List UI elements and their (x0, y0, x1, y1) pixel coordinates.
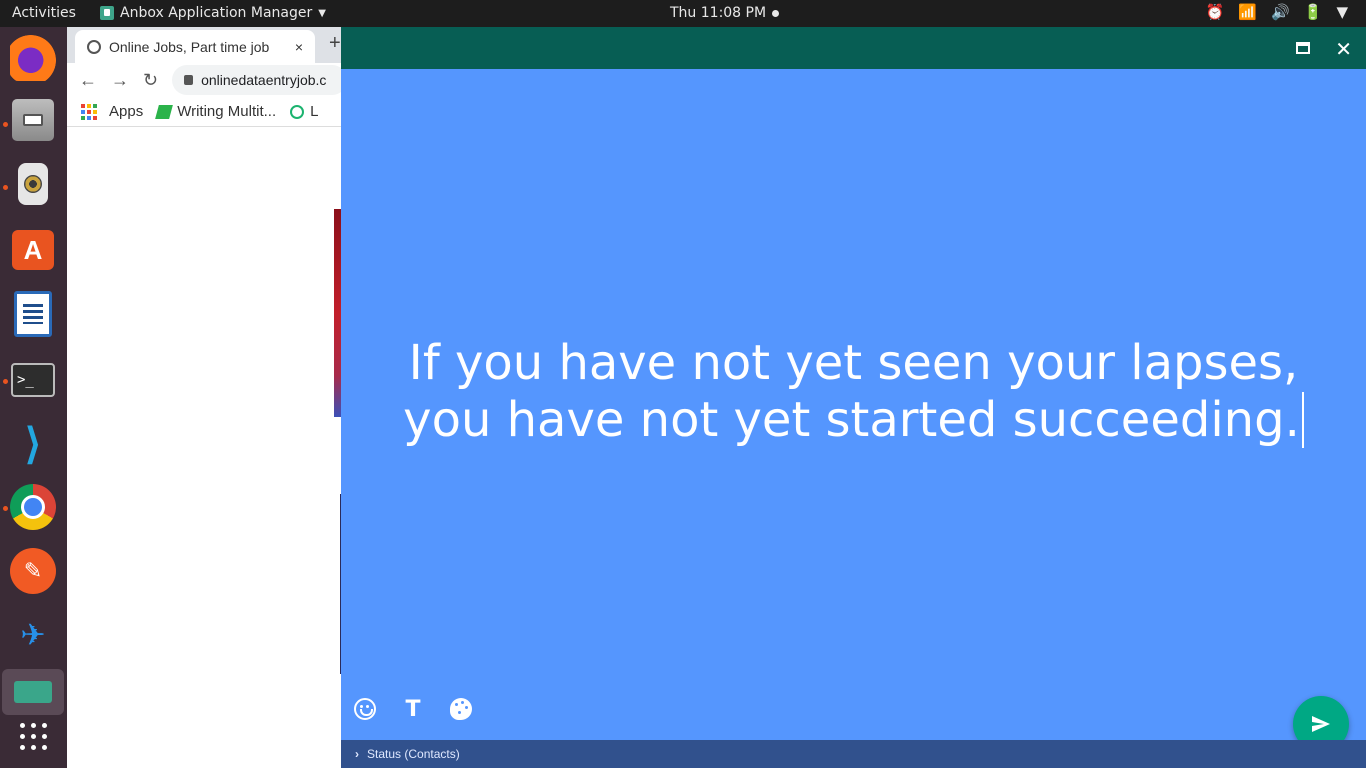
composer-tools: T (353, 697, 473, 722)
tab-title: Online Jobs, Part time job (109, 38, 270, 55)
text-caret (1301, 392, 1304, 448)
status-text-content: If you have not yet seen your lapses, yo… (403, 335, 1300, 448)
wifi-icon[interactable]: 📶 (1238, 3, 1257, 21)
font-button[interactable]: T (401, 697, 425, 722)
anbox-small-icon (100, 6, 114, 20)
top-bar: Activities Anbox Application Manager ▼ T… (0, 0, 1366, 27)
system-menu-caret-icon[interactable]: ▼ (1336, 3, 1348, 21)
anbox-icon[interactable] (2, 669, 64, 715)
libreoffice-writer-icon[interactable] (14, 291, 52, 337)
show-apps-icon[interactable] (10, 713, 56, 759)
palette-icon (450, 698, 472, 720)
maximize-icon[interactable] (1296, 42, 1310, 54)
close-icon[interactable]: ✕ (1335, 37, 1352, 62)
chrome-browser-window: Online Jobs, Part time job × + ← → ↻ onl… (67, 27, 347, 768)
bookmark-writing-label: Writing Multit... (177, 103, 277, 120)
bookmark-third[interactable]: L (290, 103, 318, 120)
clock[interactable]: Thu 11:08 PM (670, 5, 780, 21)
apps-grid-icon (81, 103, 97, 120)
firefox-icon[interactable] (10, 35, 56, 81)
tab-strip: Online Jobs, Part time job × + (67, 27, 347, 63)
lock-icon (184, 75, 194, 85)
activities-button[interactable]: Activities (12, 5, 76, 21)
emoji-button[interactable] (353, 697, 377, 721)
rhythmbox-icon[interactable] (18, 163, 48, 205)
vscode-icon[interactable]: ⟩ (10, 420, 56, 467)
bookmark-apps-label: Apps (109, 103, 144, 120)
battery-icon[interactable]: 🔋 (1304, 3, 1323, 21)
forward-arrow-icon[interactable]: → (111, 70, 129, 91)
system-tray[interactable]: ⏰ 📶 🔊 🔋 ▼ (1206, 3, 1348, 21)
color-button[interactable] (449, 697, 473, 721)
files-icon[interactable] (12, 99, 54, 141)
running-indicator (3, 185, 8, 190)
app-menu[interactable]: Anbox Application Manager ▼ (100, 5, 326, 21)
status-text-input[interactable]: If you have not yet seen your lapses, yo… (361, 335, 1346, 449)
anbox-titlebar: ✕ (341, 27, 1366, 69)
send-icon (1312, 716, 1330, 732)
running-indicator (3, 506, 8, 511)
alarm-clock-icon[interactable]: ⏰ (1206, 3, 1225, 21)
dock: A >_ ⟩ ✎ ✈ (0, 27, 67, 768)
status-audience-bar[interactable]: › Status (Contacts) (341, 740, 1366, 768)
url-text: onlinedataentryjob.c (201, 72, 327, 88)
chrome-icon[interactable] (10, 484, 56, 530)
writing-site-icon (155, 104, 174, 119)
anbox-window: ✕ If you have not yet seen your lapses, … (341, 27, 1366, 768)
back-arrow-icon[interactable]: ← (79, 70, 97, 91)
address-bar[interactable]: onlinedataentryjob.c (172, 65, 347, 95)
chevron-right-icon: › (355, 747, 359, 761)
bookmark-site-icon (290, 104, 305, 119)
bookmark-apps[interactable]: Apps (81, 103, 143, 120)
browser-toolbar: ← → ↻ onlinedataentryjob.c (67, 63, 347, 97)
bird-icon[interactable]: ✈ (10, 612, 56, 658)
bookmarks-bar: Apps Writing Multit... L (67, 97, 347, 127)
new-tab-button[interactable]: + (329, 32, 341, 55)
status-audience-label: Status (Contacts) (367, 747, 460, 761)
reload-icon[interactable]: ↻ (143, 70, 158, 91)
software-center-icon[interactable]: A (12, 230, 54, 270)
terminal-icon[interactable]: >_ (11, 363, 55, 397)
app-menu-label: Anbox Application Manager (120, 5, 313, 21)
bookmark-writing[interactable]: Writing Multit... (155, 103, 277, 120)
clock-label: Thu 11:08 PM (670, 5, 767, 21)
bookmark-third-label: L (310, 103, 319, 120)
postman-icon[interactable]: ✎ (10, 548, 56, 594)
emoji-icon (354, 698, 376, 720)
caret-down-icon: ▼ (318, 7, 326, 19)
notification-dot-icon (772, 9, 780, 17)
browser-tab[interactable]: Online Jobs, Part time job × (75, 30, 315, 63)
globe-icon (87, 39, 101, 54)
tab-close-icon[interactable]: × (295, 39, 303, 55)
running-indicator (3, 379, 8, 384)
running-indicator (3, 122, 8, 127)
volume-icon[interactable]: 🔊 (1271, 3, 1290, 21)
